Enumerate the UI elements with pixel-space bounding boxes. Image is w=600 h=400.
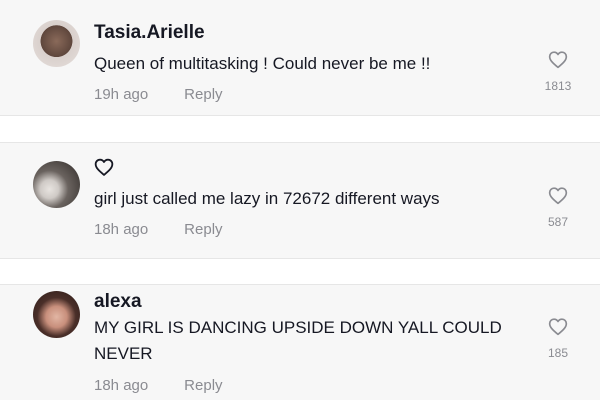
like-control[interactable]: 587 <box>542 186 574 229</box>
heart-outline-icon[interactable] <box>548 50 568 69</box>
user-avatar[interactable] <box>33 161 80 208</box>
comment-item: girl just called me lazy in 72672 differ… <box>0 142 600 259</box>
like-control[interactable]: 185 <box>542 317 574 360</box>
comment-text: Queen of multitasking ! Could never be m… <box>94 54 431 73</box>
comment-meta: 18h ago Reply <box>94 221 223 238</box>
user-avatar[interactable] <box>33 20 80 67</box>
reply-button[interactable]: Reply <box>184 86 222 103</box>
comment-timestamp: 18h ago <box>94 377 149 394</box>
comment-item: alexa MY GIRL IS DANCING UPSIDE DOWN YAL… <box>0 284 600 400</box>
comment-meta: 18h ago Reply <box>94 377 223 394</box>
like-count: 1813 <box>544 79 572 93</box>
heart-outline-icon <box>94 158 114 176</box>
user-avatar[interactable] <box>33 291 80 338</box>
comment-text: girl just called me lazy in 72672 differ… <box>94 189 440 208</box>
comment-author[interactable]: Tasia.Arielle <box>94 22 205 44</box>
like-control[interactable]: 1813 <box>542 50 574 93</box>
reply-button[interactable]: Reply <box>184 221 222 238</box>
heart-outline-icon[interactable] <box>548 317 568 336</box>
comment-author[interactable]: alexa <box>94 291 142 313</box>
comment-meta: 19h ago Reply <box>94 86 223 103</box>
like-count: 185 <box>547 346 569 360</box>
comment-timestamp: 18h ago <box>94 221 149 238</box>
like-count: 587 <box>547 215 569 229</box>
reply-button[interactable]: Reply <box>184 377 222 394</box>
comment-text: MY GIRL IS DANCING UPSIDE DOWN YALL COUL… <box>94 318 502 363</box>
comment-item: Tasia.Arielle Queen of multitasking ! Co… <box>0 0 600 116</box>
comments-screen: Tasia.Arielle Queen of multitasking ! Co… <box>0 0 600 400</box>
heart-outline-icon[interactable] <box>548 186 568 205</box>
comment-timestamp: 19h ago <box>94 86 149 103</box>
